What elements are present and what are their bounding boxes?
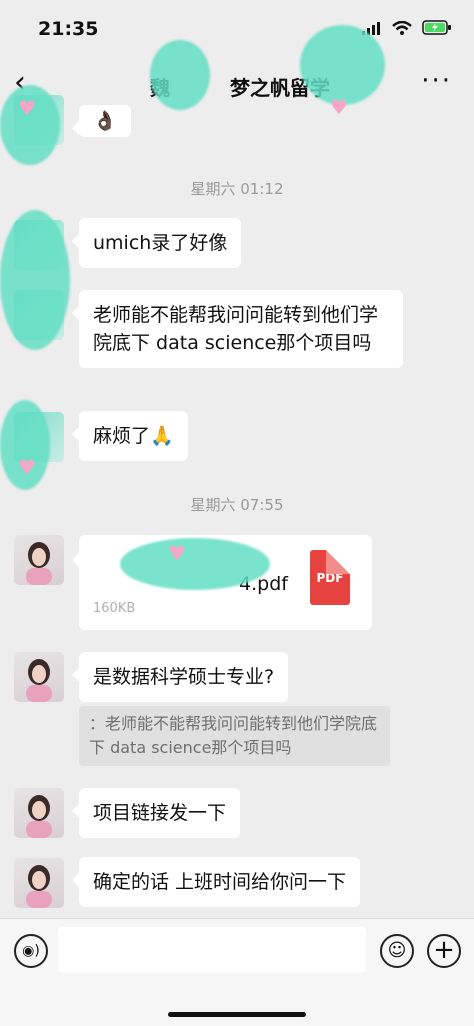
heart-sticker-icon: ♥ bbox=[18, 96, 36, 120]
quoted-message[interactable]: ：老师能不能帮我问问能转到他们学院底下 data science那个项目吗 bbox=[79, 706, 390, 766]
battery-icon bbox=[422, 20, 451, 35]
redaction-blot bbox=[300, 25, 385, 105]
status-icons bbox=[362, 20, 452, 35]
person-icon bbox=[26, 795, 52, 838]
emoji-button[interactable]: ☺ bbox=[380, 934, 414, 968]
wifi-icon bbox=[392, 20, 412, 35]
person-icon bbox=[26, 865, 52, 908]
message-text: 老师能不能帮我问问能转到他们学院底下 data science那个项目吗 bbox=[93, 304, 379, 354]
message-bubble[interactable]: 👌🏿 bbox=[72, 105, 131, 137]
redaction-blot bbox=[150, 40, 210, 110]
redaction-blot bbox=[0, 210, 70, 350]
person-icon bbox=[26, 542, 52, 585]
quote-text: ：老师能不能帮我问问能转到他们学院底下 data science那个项目吗 bbox=[89, 714, 378, 757]
timestamp: 星期六 07:55 bbox=[190, 496, 284, 514]
chat-header: ‹ 魏 梦之帆留学 ··· bbox=[0, 58, 474, 114]
timestamp: 星期六 01:12 bbox=[190, 180, 284, 198]
message-bubble[interactable]: 麻烦了🙏 bbox=[72, 411, 188, 461]
home-indicator bbox=[168, 1012, 306, 1017]
message-text: umich录了好像 bbox=[93, 232, 228, 254]
message-text: 项目链接发一下 bbox=[93, 802, 227, 824]
message-bubble[interactable]: 确定的话 上班时间给你问一下 bbox=[71, 857, 361, 907]
message-bubble[interactable]: 是数据科学硕士专业? bbox=[71, 652, 289, 702]
heart-sticker-icon: ♥ bbox=[168, 541, 186, 565]
message-bubble[interactable]: 老师能不能帮我问问能转到他们学院底下 data science那个项目吗 bbox=[72, 290, 403, 368]
more-menu-button[interactable]: ··· bbox=[421, 68, 452, 94]
heart-sticker-icon: ♥ bbox=[330, 95, 348, 119]
file-size: 160KB bbox=[93, 601, 136, 616]
heart-sticker-icon: ♥ bbox=[18, 455, 36, 479]
status-time: 21:35 bbox=[38, 18, 99, 40]
message-text: 麻烦了🙏 bbox=[93, 425, 174, 447]
status-bar: 21:35 bbox=[0, 0, 474, 58]
message-text: 👌🏿 bbox=[93, 110, 117, 132]
message-input[interactable] bbox=[58, 927, 366, 973]
message-text: 是数据科学硕士专业? bbox=[93, 666, 275, 688]
voice-input-button[interactable]: ◉) bbox=[14, 934, 48, 968]
avatar[interactable] bbox=[14, 652, 64, 702]
pdf-file-icon: PDF bbox=[310, 550, 350, 605]
pdf-label: PDF bbox=[316, 571, 344, 585]
avatar[interactable] bbox=[14, 535, 64, 585]
message-text: 确定的话 上班时间给你问一下 bbox=[93, 871, 347, 893]
avatar[interactable] bbox=[14, 788, 64, 838]
more-actions-button[interactable]: + bbox=[427, 934, 461, 968]
message-bubble[interactable]: 项目链接发一下 bbox=[71, 788, 241, 838]
redaction-blot bbox=[120, 538, 270, 590]
input-bar: ◉) ☺ + bbox=[0, 918, 474, 1026]
message-bubble[interactable]: umich录了好像 bbox=[71, 218, 242, 268]
person-icon bbox=[26, 659, 52, 702]
avatar[interactable] bbox=[14, 858, 64, 908]
